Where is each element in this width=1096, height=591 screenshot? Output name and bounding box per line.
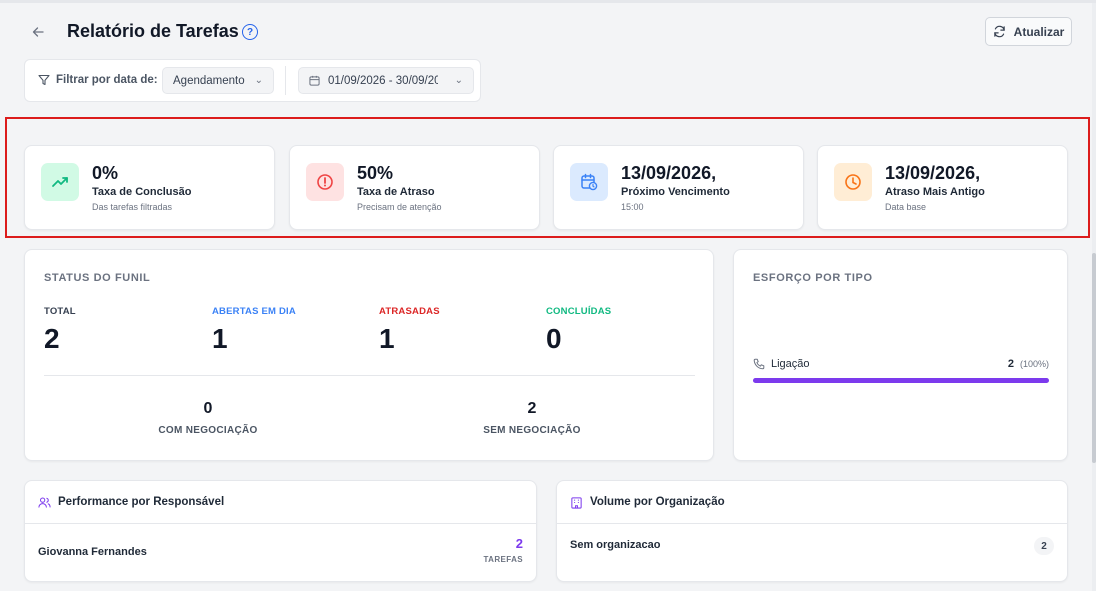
stat-open-on-time: ABERTAS EM DIA 1 xyxy=(212,306,296,355)
with-deal-label: COM NEGOCIAÇÃO xyxy=(158,425,258,436)
with-deal-value: 0 xyxy=(203,400,213,417)
performance-title: Performance por Responsável xyxy=(58,496,225,508)
kpi-card-next-due: 13/09/2026, Próximo Vencimento 15:00 xyxy=(553,145,804,230)
effort-row: Ligação 2 (100%) xyxy=(753,358,1049,370)
calendar-icon xyxy=(309,75,320,86)
kpi-card-completion: 0% Taxa de Conclusão Das tarefas filtrad… xyxy=(24,145,275,230)
chevron-down-icon: ⌄ xyxy=(454,75,463,86)
kpi-subtitle: 15:00 xyxy=(621,202,644,212)
kpi-label: Taxa de Conclusão xyxy=(92,186,192,198)
without-deal-value: 2 xyxy=(527,400,537,417)
performance-header: Performance por Responsável xyxy=(25,481,536,524)
kpi-subtitle: Das tarefas filtradas xyxy=(92,202,173,212)
help-button[interactable]: ? xyxy=(242,24,258,40)
stat-value: 1 xyxy=(212,323,228,354)
stat-value: 0 xyxy=(546,323,562,354)
filter-divider xyxy=(285,66,286,95)
building-icon xyxy=(571,496,582,509)
without-deal-stat: 2 SEM NEGOCIAÇÃO xyxy=(452,400,612,436)
kpi-subtitle: Precisam de atenção xyxy=(357,202,442,212)
alert-circle-icon xyxy=(306,163,344,201)
trending-up-icon xyxy=(41,163,79,201)
chevron-down-icon: ⌄ xyxy=(254,75,263,86)
kpi-value: 0% xyxy=(92,163,119,183)
stat-completed: CONCLUÍDAS 0 xyxy=(546,306,611,355)
organization-name: Sem organizacao xyxy=(570,539,661,551)
effort-type-count: 2 xyxy=(1007,358,1014,370)
volume-header: Volume por Organização xyxy=(557,481,1067,524)
effort-bar-fill xyxy=(753,378,1049,383)
phone-icon xyxy=(753,358,765,370)
filter-label: Filtrar por data de: xyxy=(38,74,158,86)
kpi-subtitle: Data base xyxy=(885,202,927,212)
volume-title: Volume por Organização xyxy=(590,496,725,508)
date-range-value: 01/09/2026 - 30/09/2026 xyxy=(328,74,438,87)
calendar-clock-icon xyxy=(570,163,608,201)
kpi-value: 13/09/2026, xyxy=(885,163,981,183)
kpi-label: Próximo Vencimento xyxy=(621,186,730,198)
volume-card: Volume por Organização Sem organizacao 2 xyxy=(556,480,1068,582)
refresh-button[interactable]: Atualizar xyxy=(985,17,1072,46)
refresh-label: Atualizar xyxy=(1013,24,1065,39)
scrollbar-track[interactable] xyxy=(1092,3,1096,591)
page-title: Relatório de Tarefas xyxy=(67,21,239,41)
kpi-label: Taxa de Atraso xyxy=(357,186,435,198)
question-circle-icon: ? xyxy=(246,26,254,38)
task-count-value: 2 xyxy=(515,536,523,551)
stat-label: TOTAL xyxy=(44,306,76,317)
stat-label: ATRASADAS xyxy=(379,306,440,317)
funnel-status-card: STATUS DO FUNIL TOTAL 2 ABERTAS EM DIA 1… xyxy=(24,249,714,461)
back-button[interactable] xyxy=(26,20,50,44)
scrollbar-thumb[interactable] xyxy=(1092,253,1096,463)
stat-value: 1 xyxy=(379,323,395,354)
funnel-title: STATUS DO FUNIL xyxy=(44,272,151,284)
filter-icon xyxy=(38,74,50,86)
funnel-divider xyxy=(44,375,695,376)
organization-count-badge: 2 xyxy=(1034,537,1054,555)
effort-title: ESFORÇO POR TIPO xyxy=(753,272,873,284)
stat-label: ABERTAS EM DIA xyxy=(212,306,296,317)
kpi-card-delay: 50% Taxa de Atraso Precisam de atenção xyxy=(289,145,540,230)
filter-label-text: Filtrar por data de: xyxy=(56,74,158,86)
performance-card: Performance por Responsável Giovanna Fer… xyxy=(24,480,537,582)
refresh-icon xyxy=(993,25,1005,38)
effort-by-type-card: ESFORÇO POR TIPO Ligação 2 (100%) xyxy=(733,249,1068,461)
arrow-left-icon xyxy=(32,27,44,37)
with-deal-stat: 0 COM NEGOCIAÇÃO xyxy=(128,400,288,436)
kpi-card-oldest-delay: 13/09/2026, Atraso Mais Antigo Data base xyxy=(817,145,1068,230)
kpi-value: 13/09/2026, xyxy=(621,163,717,183)
date-type-select[interactable]: Agendamento ⌄ xyxy=(162,67,274,94)
stat-label: CONCLUÍDAS xyxy=(546,306,612,317)
effort-bar-track xyxy=(753,378,1049,383)
responsible-task-count: 2 TAREFAS xyxy=(483,536,523,564)
stat-total: TOTAL 2 xyxy=(44,306,76,355)
kpi-label: Atraso Mais Antigo xyxy=(885,186,985,198)
responsible-name: Giovanna Fernandes xyxy=(38,546,147,558)
filter-bar: Filtrar por data de: Agendamento ⌄ 01/09… xyxy=(24,59,481,102)
date-range-picker[interactable]: 01/09/2026 - 30/09/2026 ⌄ xyxy=(298,67,474,94)
top-divider xyxy=(0,0,1096,3)
kpi-value: 50% xyxy=(357,163,394,183)
date-type-value: Agendamento xyxy=(173,74,245,87)
users-icon xyxy=(38,497,51,508)
effort-type-label: Ligação xyxy=(771,358,810,370)
stat-value: 2 xyxy=(44,323,60,354)
task-count-unit: TAREFAS xyxy=(483,555,523,564)
clock-icon xyxy=(834,163,872,201)
without-deal-label: SEM NEGOCIAÇÃO xyxy=(483,425,581,436)
effort-type-pct: (100%) xyxy=(1019,359,1049,369)
stat-late: ATRASADAS 1 xyxy=(379,306,440,355)
